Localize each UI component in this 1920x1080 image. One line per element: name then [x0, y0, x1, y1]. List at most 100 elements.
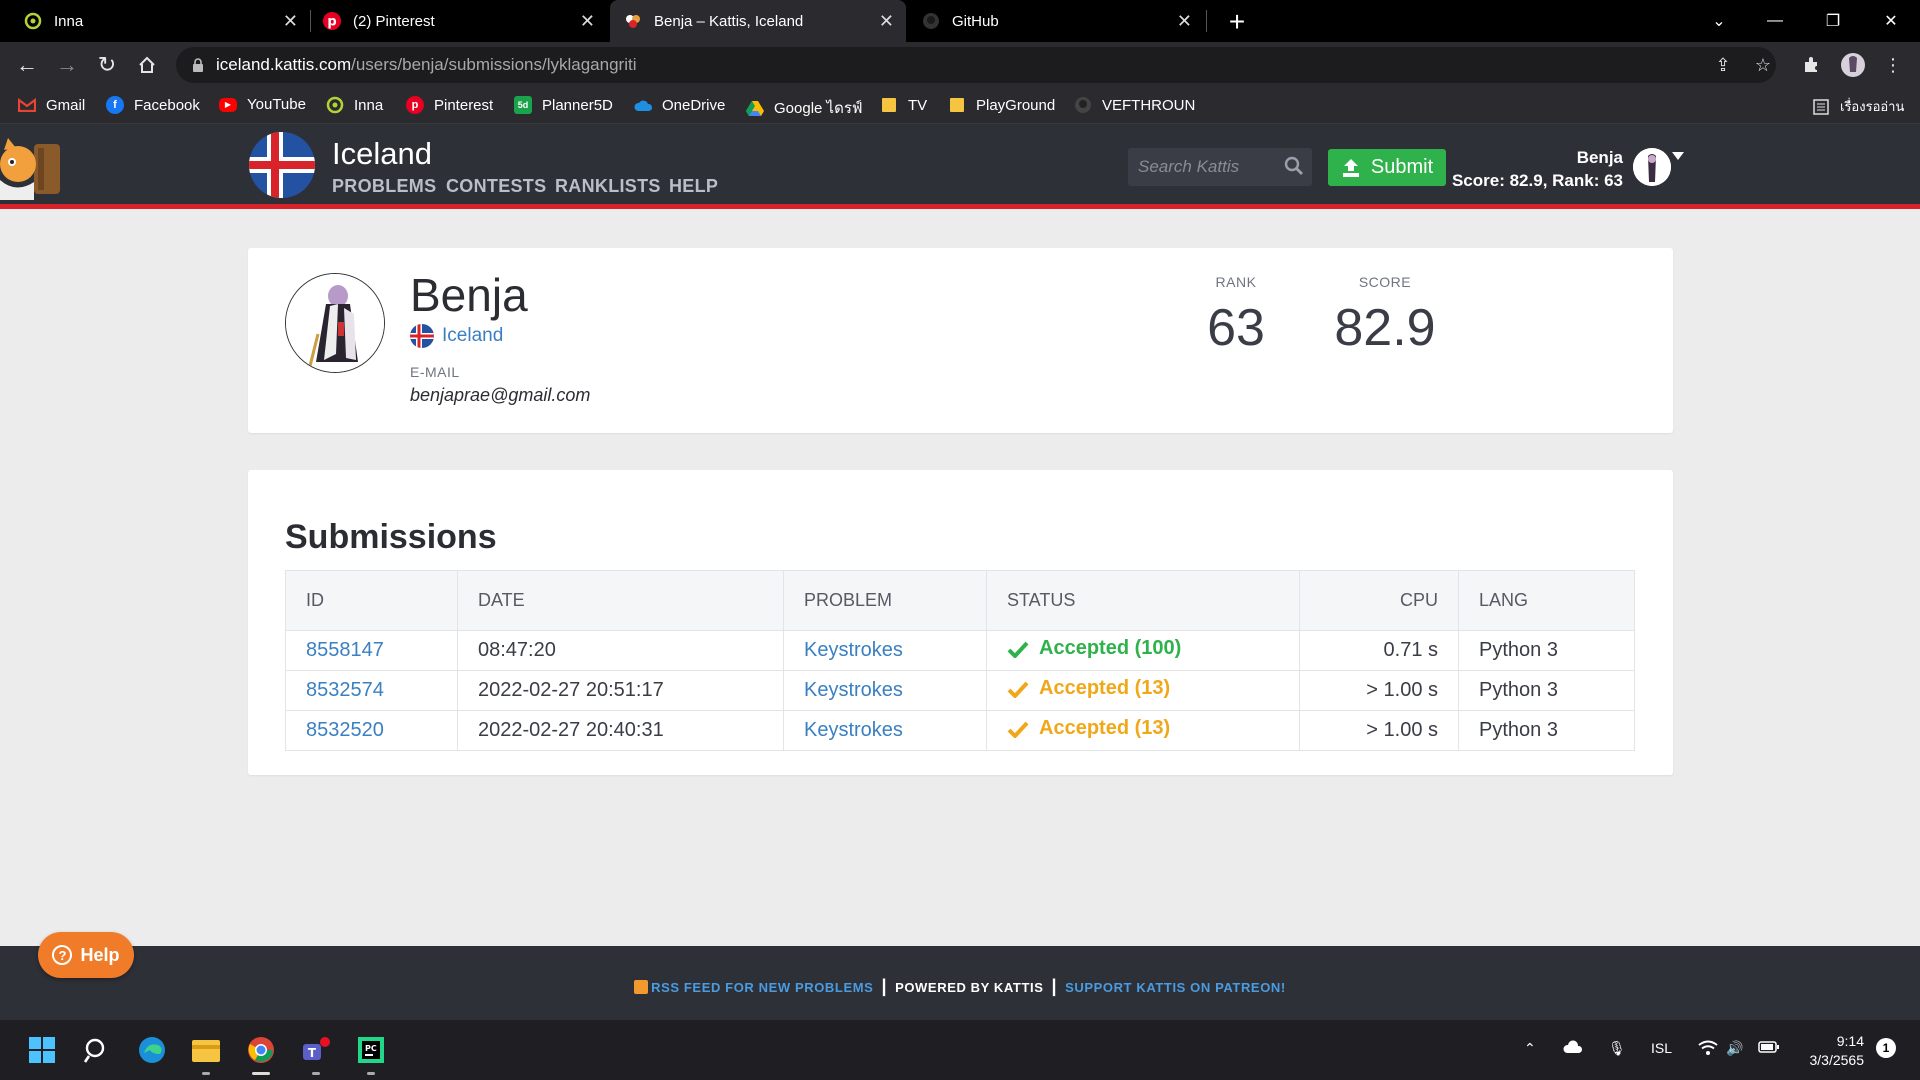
problem-link[interactable]: Keystrokes: [783, 710, 987, 751]
new-tab-button[interactable]: +: [1222, 6, 1252, 38]
file-explorer-icon[interactable]: [190, 1034, 222, 1066]
site-header: Iceland PROBLEMS CONTESTS RANKLISTS HELP…: [0, 124, 1920, 204]
tab-github[interactable]: GitHub ✕: [908, 0, 1204, 42]
user-summary[interactable]: Benja Score: 82.9, Rank: 63: [1452, 148, 1623, 191]
notification-badge[interactable]: 1: [1876, 1038, 1896, 1058]
problem-link[interactable]: Keystrokes: [783, 630, 987, 671]
tab-kattis[interactable]: Benja – Kattis, Iceland ✕: [610, 0, 906, 42]
kattis-mascot-logo[interactable]: [0, 130, 66, 200]
help-button[interactable]: ? Help: [38, 932, 134, 978]
bookmark-folder-tv[interactable]: TV: [880, 96, 927, 114]
back-icon[interactable]: ←: [12, 50, 42, 80]
os-taskbar: T PC ⌃ 🎙 ISL 🔊 9:14 3/3/2565 1: [0, 1020, 1920, 1080]
tab-inna[interactable]: Inna ✕: [0, 0, 310, 42]
search-input[interactable]: [1138, 157, 1278, 177]
column-header-date: DATE: [457, 570, 784, 631]
speaker-icon[interactable]: 🔊: [1726, 1040, 1743, 1057]
restore-icon[interactable]: ❐: [1808, 0, 1858, 42]
nav-contests[interactable]: CONTESTS: [446, 176, 546, 197]
table-header-row: ID DATE PROBLEM STATUS CPU LANG: [285, 570, 1635, 631]
submission-id-link[interactable]: 8558147: [285, 630, 458, 671]
bookmark-planner5d[interactable]: 5d Planner5D: [514, 96, 613, 114]
table-row: 8532574 2022-02-27 20:51:17 Keystrokes A…: [285, 670, 1635, 711]
edge-browser-icon[interactable]: [136, 1034, 168, 1066]
bookmark-vefthroun[interactable]: VEFTHROUN: [1074, 96, 1195, 114]
nav-help[interactable]: HELP: [669, 176, 718, 197]
clock-time: 9:14: [1836, 1033, 1864, 1049]
close-window-icon[interactable]: ✕: [1866, 0, 1916, 42]
profile-avatar-icon[interactable]: [1838, 50, 1868, 80]
battery-icon[interactable]: [1758, 1040, 1780, 1057]
kattis-search-box: [1128, 148, 1312, 186]
submission-id-link[interactable]: 8532520: [285, 710, 458, 751]
bookmark-facebook[interactable]: f Facebook: [106, 96, 200, 114]
chrome-icon[interactable]: [245, 1034, 277, 1066]
input-language[interactable]: ISL: [1651, 1040, 1672, 1056]
system-clock[interactable]: 9:14 3/3/2565: [1800, 1032, 1865, 1070]
patreon-link[interactable]: SUPPORT KATTIS ON PATREON!: [1065, 980, 1286, 995]
pinterest-icon: p: [406, 96, 424, 114]
close-icon[interactable]: ✕: [1177, 11, 1192, 32]
tab-pinterest[interactable]: p (2) Pinterest ✕: [311, 0, 607, 42]
bookmark-gmail[interactable]: Gmail: [18, 96, 85, 114]
home-icon[interactable]: [132, 50, 162, 80]
forward-icon[interactable]: →: [52, 50, 82, 80]
browser-tab-bar: Inna ✕ p (2) Pinterest ✕ Benja – Kattis,…: [0, 0, 1920, 42]
share-icon[interactable]: ⇪: [1708, 50, 1738, 80]
onedrive-cloud-icon[interactable]: [1562, 1038, 1584, 1057]
tab-search-icon[interactable]: ⌄: [1694, 0, 1744, 42]
bookmark-google-drive[interactable]: Google ไดรฟ์: [746, 96, 863, 120]
youtube-icon: ▶: [219, 97, 237, 112]
close-icon[interactable]: ✕: [580, 11, 595, 32]
user-avatar[interactable]: [1633, 148, 1671, 186]
submit-button[interactable]: Submit: [1328, 149, 1446, 186]
clock-date: 3/3/2565: [1809, 1052, 1865, 1068]
tab-title: Benja – Kattis, Iceland: [654, 12, 804, 30]
nav-problems[interactable]: PROBLEMS: [332, 176, 436, 197]
powered-by-link[interactable]: POWERED BY KATTIS: [895, 980, 1043, 995]
email-label: E-MAIL: [410, 364, 460, 380]
bookmark-onedrive[interactable]: OneDrive: [634, 96, 725, 114]
site-brand-title[interactable]: Iceland: [332, 136, 432, 172]
close-icon[interactable]: ✕: [879, 11, 894, 32]
planner5d-icon: 5d: [514, 96, 532, 114]
chevron-up-icon[interactable]: ⌃: [1524, 1040, 1536, 1057]
iceland-flag-logo[interactable]: [249, 132, 315, 198]
check-icon: [1007, 681, 1029, 698]
bookmark-star-icon[interactable]: ☆: [1748, 50, 1778, 80]
nav-ranklists[interactable]: RANKLISTS: [555, 176, 661, 197]
user-name: Benja: [1576, 148, 1623, 167]
microphone-icon[interactable]: 🎙: [1608, 1040, 1626, 1057]
submission-id-link[interactable]: 8532574: [285, 670, 458, 711]
submission-cpu: > 1.00 s: [1299, 670, 1459, 711]
profile-country-link[interactable]: Iceland: [410, 324, 503, 348]
teams-icon[interactable]: T: [300, 1034, 332, 1066]
windows-start-icon[interactable]: [26, 1034, 58, 1066]
url-omnibox[interactable]: iceland.kattis.com/users/benja/submissio…: [176, 47, 1776, 83]
bookmark-pinterest[interactable]: p Pinterest: [406, 96, 493, 114]
tab-title: GitHub: [952, 12, 999, 30]
search-icon[interactable]: [1284, 156, 1304, 176]
close-icon[interactable]: ✕: [283, 11, 298, 32]
extensions-icon[interactable]: [1796, 50, 1826, 80]
chevron-down-icon[interactable]: [1672, 152, 1684, 160]
reload-icon[interactable]: ↻: [92, 50, 122, 80]
submission-date: 2022-02-27 20:51:17: [457, 670, 784, 711]
inna-icon: [326, 96, 344, 114]
rss-feed-link[interactable]: RSS FEED FOR NEW PROBLEMS: [651, 980, 873, 995]
problem-link[interactable]: Keystrokes: [783, 670, 987, 711]
wifi-icon[interactable]: [1698, 1040, 1718, 1059]
bookmark-inna[interactable]: Inna: [326, 96, 383, 114]
google-drive-icon: [746, 99, 764, 117]
reading-list-button[interactable]: เรื่องรออ่าน: [1812, 96, 1904, 117]
column-header-problem: PROBLEM: [783, 570, 987, 631]
minimize-icon[interactable]: —: [1750, 0, 1800, 42]
site-footer: RSS FEED FOR NEW PROBLEMS | POWERED BY KAT…: [0, 946, 1920, 1020]
reading-list-icon: [1812, 98, 1830, 116]
pycharm-icon[interactable]: PC: [355, 1034, 387, 1066]
bookmark-youtube[interactable]: ▶ YouTube: [219, 96, 306, 113]
profile-card: Benja Iceland E-MAIL benjaprae@gmail.com…: [248, 248, 1673, 433]
menu-kebab-icon[interactable]: ⋮: [1878, 50, 1908, 80]
bookmark-folder-playground[interactable]: PlayGround: [948, 96, 1055, 114]
search-icon[interactable]: [81, 1034, 113, 1066]
